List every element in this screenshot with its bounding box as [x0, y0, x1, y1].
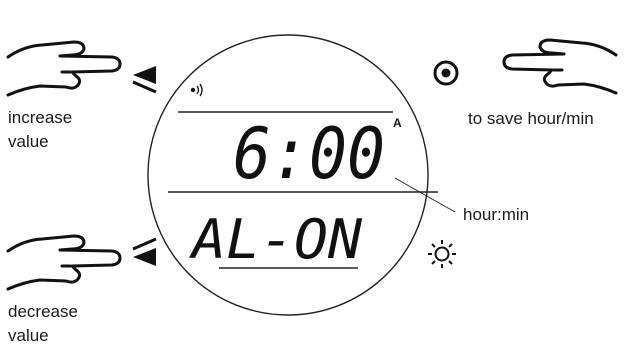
am-pm-indicator: A: [393, 116, 402, 130]
watch-instruction-diagram: 6:00 A AL-ON increase value decrease val…: [0, 0, 624, 349]
mode-display: AL-ON: [189, 208, 363, 271]
hour-min-label: hour:min: [463, 205, 530, 224]
decrease-button-tick: [132, 237, 157, 251]
decrease-label-line2: value: [8, 326, 49, 345]
decrease-triangle-icon: [133, 248, 156, 266]
circle-dot-center: [441, 68, 451, 78]
increase-button[interactable]: [132, 66, 157, 94]
decrease-label-line1: decrease: [8, 302, 78, 321]
sound-icon: [190, 83, 203, 97]
increase-label-line1: increase: [8, 108, 73, 127]
increase-label-line2: value: [8, 132, 49, 151]
time-display: 6:00: [233, 113, 385, 195]
decrease-button[interactable]: [132, 237, 157, 266]
sun-icon[interactable]: [428, 240, 456, 268]
pointing-hand-icon-increase: [6, 40, 122, 97]
pointing-hand-icon-save: [502, 38, 618, 95]
diagram-canvas: 6:00 A AL-ON: [6, 34, 618, 316]
increase-triangle-icon: [133, 66, 156, 84]
increase-button-tick: [132, 80, 157, 94]
mode-button[interactable]: [433, 60, 459, 86]
pointing-hand-icon-decrease: [6, 234, 122, 291]
save-label: to save hour/min: [468, 109, 594, 128]
